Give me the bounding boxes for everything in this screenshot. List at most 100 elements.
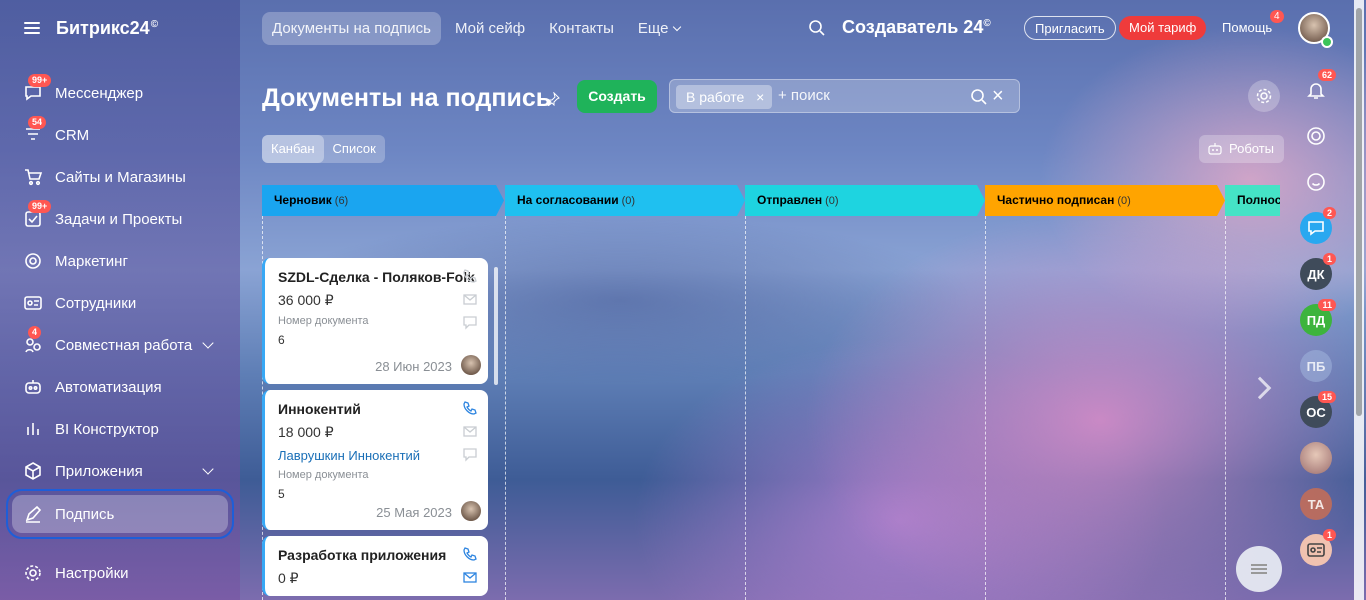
bell-icon — [1307, 83, 1325, 99]
settings-gear-button[interactable] — [1248, 80, 1280, 112]
tab-more[interactable]: Еще — [628, 12, 691, 45]
quick-menu-button[interactable] — [1236, 546, 1282, 592]
sidebar-item-automation[interactable]: Автоматизация — [0, 366, 240, 408]
sidebar-item-employees[interactable]: Сотрудники — [0, 282, 240, 324]
search-icon[interactable] — [808, 19, 826, 37]
sidebar-item-tasks[interactable]: 99+ Задачи и Проекты — [0, 198, 240, 240]
comment-icon[interactable] — [462, 446, 478, 462]
stage-count: (0) — [825, 195, 839, 207]
sidebar-item-signature[interactable]: Подпись — [6, 489, 234, 539]
filter-search-box[interactable]: В работе × × — [669, 79, 1020, 113]
right-rail: 62 2 ДК 1 ПД 11 ПБ ОС 15 ТА 1 — [1294, 69, 1338, 580]
comment-icon[interactable] — [462, 314, 478, 330]
stage-count: (0) — [1117, 195, 1131, 207]
card-badge: 1 — [1322, 529, 1336, 541]
stage-partially-signed[interactable]: Частично подписан (0) — [985, 185, 1225, 216]
chat-button[interactable]: 2 — [1300, 207, 1336, 244]
stage-fully-signed[interactable]: Полност — [1225, 185, 1280, 216]
document-card[interactable]: SZDL-Сделка - Поляков-Folk 36 000 ₽ Номе… — [262, 258, 488, 384]
smile-chat-icon — [1307, 173, 1325, 191]
help-badge: 4 — [1270, 10, 1284, 23]
stage-draft[interactable]: Черновик (6) — [262, 185, 504, 216]
sidebar: Битрикс24© 99+ Мессенджер 54 CRM Сайты и… — [0, 0, 240, 600]
stage-approval[interactable]: На согласовании (0) — [505, 185, 745, 216]
chevron-down-icon[interactable] — [202, 337, 214, 349]
filter-chip[interactable]: В работе × — [676, 85, 773, 109]
contact-card-button[interactable]: 1 — [1300, 529, 1336, 566]
contact-avatar[interactable]: ДК 1 — [1300, 253, 1336, 290]
tab-contacts[interactable]: Контакты — [539, 12, 624, 45]
card-sum: 0 ₽ — [278, 570, 299, 586]
avatar[interactable] — [461, 501, 481, 521]
sidebar-item-label: Задачи и Проекты — [55, 210, 183, 228]
sidebar-item-label: Приложения — [55, 462, 143, 480]
contact-avatar[interactable]: ОС 15 — [1300, 391, 1336, 428]
notifications-badge: 62 — [1317, 69, 1336, 81]
phone-icon[interactable] — [462, 546, 478, 562]
page-scrollbar-thumb[interactable] — [1356, 8, 1362, 416]
phone-icon[interactable] — [462, 400, 478, 416]
cart-icon — [22, 166, 44, 188]
app-logo[interactable]: Битрикс24© — [56, 18, 158, 39]
column-divider — [505, 216, 506, 600]
search-input[interactable] — [778, 87, 958, 104]
view-kanban-button[interactable]: Канбан — [262, 135, 324, 163]
column-scrollbar-thumb[interactable] — [494, 267, 498, 385]
card-field-value: 5 — [278, 487, 285, 501]
contact-avatar[interactable]: ТА — [1300, 488, 1332, 520]
column-divider — [1225, 216, 1226, 600]
create-button[interactable]: Создать — [577, 80, 657, 113]
card-contact-link[interactable]: Лаврушкин Иннокентий — [278, 448, 476, 463]
sidebar-item-marketing[interactable]: Маркетинг — [0, 240, 240, 282]
pin-icon[interactable] — [546, 92, 560, 106]
avatar[interactable] — [461, 355, 481, 375]
sidebar-item-apps[interactable]: Приложения — [0, 450, 240, 492]
contact-avatar[interactable]: ПБ — [1300, 350, 1332, 382]
card-title[interactable]: Иннокентий — [278, 401, 476, 417]
chevron-right-icon[interactable] — [1248, 376, 1272, 400]
activity-button[interactable] — [1300, 120, 1332, 152]
draft-column-cards: SZDL-Сделка - Поляков-Folk 36 000 ₽ Номе… — [262, 258, 488, 600]
contact-badge: 11 — [1318, 299, 1336, 311]
contact-avatar[interactable]: ПД 11 — [1300, 299, 1336, 336]
gear-icon — [22, 562, 44, 584]
pen-signature-icon — [22, 503, 44, 525]
contact-avatar[interactable] — [1300, 442, 1332, 474]
sidebar-item-messenger[interactable]: 99+ Мессенджер — [0, 72, 240, 114]
my-tariff-button[interactable]: Мой тариф — [1119, 16, 1207, 40]
notifications-button[interactable]: 62 — [1300, 69, 1336, 106]
mail-icon[interactable] — [462, 569, 478, 585]
mail-icon[interactable] — [462, 423, 478, 439]
stage-count: (6) — [334, 195, 349, 207]
document-card[interactable]: Иннокентий 18 000 ₽ Лаврушкин Иннокентий… — [262, 390, 488, 530]
sidebar-item-bi[interactable]: BI Конструктор — [0, 408, 240, 450]
invite-button[interactable]: Пригласить — [1024, 16, 1116, 40]
card-title[interactable]: SZDL-Сделка - Поляков-Folk — [278, 269, 476, 285]
robots-button[interactable]: Роботы — [1199, 135, 1285, 163]
phone-icon[interactable] — [462, 268, 478, 284]
search-icon[interactable] — [970, 88, 988, 106]
document-card[interactable]: Разработка приложения 0 ₽ — [262, 536, 488, 596]
portal-name[interactable]: Создаватель 24© — [842, 17, 991, 38]
sidebar-item-crm[interactable]: 54 CRM — [0, 114, 240, 156]
sidebar-item-collaboration[interactable]: 4 Совместная работа — [0, 324, 240, 366]
sidebar-item-settings[interactable]: Настройки — [0, 552, 240, 594]
mail-icon[interactable] — [462, 291, 478, 307]
chevron-down-icon[interactable] — [202, 463, 214, 475]
stage-sent[interactable]: Отправлен (0) — [745, 185, 985, 216]
app-logo-text: Битрикс24 — [56, 17, 150, 38]
chat-icon — [1308, 221, 1324, 236]
card-title[interactable]: Разработка приложения — [278, 547, 476, 563]
avatar-initials: ТА — [1307, 496, 1325, 512]
clear-icon[interactable]: × — [992, 85, 1004, 108]
close-icon[interactable]: × — [756, 85, 764, 109]
chat-badge: 2 — [1322, 207, 1336, 219]
card-date: 28 Июн 2023 — [375, 359, 452, 374]
avatar-initials: ПД — [1306, 312, 1326, 328]
sidebar-item-sites[interactable]: Сайты и Магазины — [0, 156, 240, 198]
menu-icon[interactable] — [24, 22, 40, 34]
tab-documents[interactable]: Документы на подпись — [262, 11, 441, 45]
view-list-button[interactable]: Список — [324, 135, 385, 163]
tab-safe[interactable]: Мой сейф — [445, 12, 535, 45]
support-chat-button[interactable] — [1300, 166, 1332, 198]
